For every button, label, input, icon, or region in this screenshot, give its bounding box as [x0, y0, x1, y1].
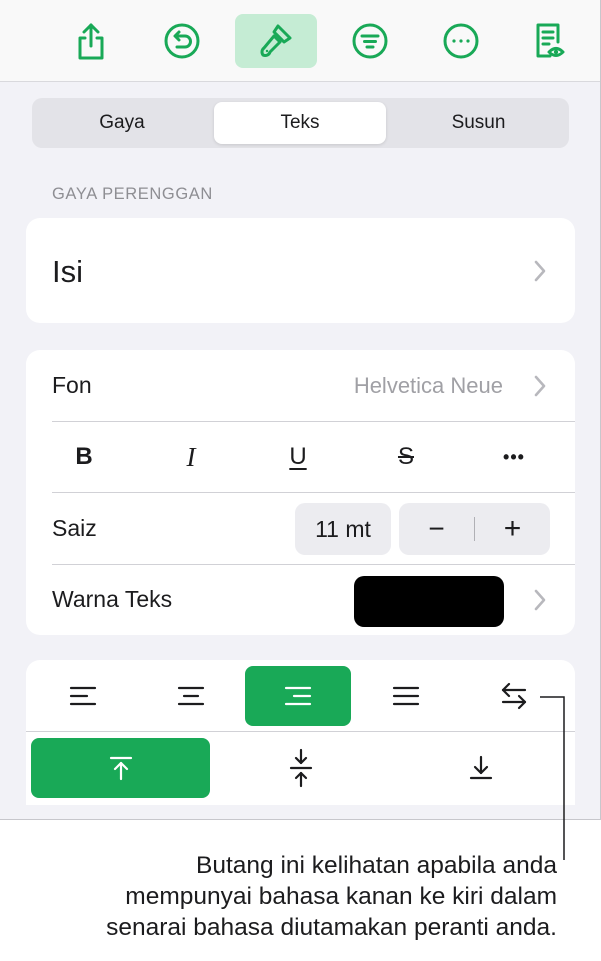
- align-right-icon: [284, 686, 312, 706]
- reading-view-button[interactable]: [508, 14, 590, 68]
- font-value: Helvetica Neue: [353, 373, 503, 398]
- paragraph-style-row[interactable]: Isi: [26, 218, 575, 323]
- size-stepper: − +: [399, 503, 550, 555]
- callout-line: senarai bahasa diutamakan peranti anda.: [106, 914, 557, 941]
- italic-button[interactable]: I: [161, 422, 221, 492]
- undo-button[interactable]: [141, 14, 223, 68]
- color-swatch[interactable]: [354, 576, 504, 627]
- callout-line: Butang ini kelihatan apabila anda: [196, 852, 557, 879]
- callout-text: Butang ini kelihatan apabila anda mempun…: [0, 850, 557, 943]
- minus-icon: −: [428, 513, 445, 544]
- undo-icon: [164, 23, 200, 59]
- align-right-button[interactable]: [245, 666, 351, 726]
- decrement-button[interactable]: −: [399, 503, 474, 555]
- align-top-button[interactable]: [31, 738, 210, 798]
- text-format-row: B I U S •••: [26, 422, 575, 492]
- paragraph-style-value: Isi: [52, 254, 83, 289]
- strikethrough-button[interactable]: S: [376, 422, 436, 492]
- justify-icon: [392, 686, 420, 706]
- section-label: GAYA PERENGGAN: [52, 185, 213, 203]
- align-top-icon: [109, 756, 132, 781]
- align-middle-button[interactable]: [211, 738, 390, 798]
- chevron-right-icon: [534, 589, 546, 611]
- align-center-icon: [177, 686, 205, 706]
- insert-button[interactable]: [329, 14, 411, 68]
- align-left-button[interactable]: [30, 666, 136, 726]
- text-color-row[interactable]: Warna Teks: [26, 565, 575, 635]
- alignment-card: [26, 660, 575, 805]
- font-label: Fon: [52, 372, 92, 398]
- horizontal-alignment-row: [26, 660, 575, 731]
- share-icon: [78, 23, 104, 60]
- bold-button[interactable]: B: [54, 422, 114, 492]
- more-icon: [443, 23, 479, 59]
- size-label: Saiz: [52, 515, 97, 541]
- format-panel: Gaya Teks Susun GAYA PERENGGAN Isi Fon H…: [0, 0, 601, 820]
- paintbrush-icon: [260, 24, 292, 57]
- rtl-direction-icon: [501, 682, 527, 710]
- font-card: Fon Helvetica Neue B I U S ••• Saiz 11 m…: [26, 350, 575, 635]
- tab-teks[interactable]: Teks: [214, 102, 386, 144]
- tab-gaya[interactable]: Gaya: [36, 102, 208, 144]
- callout-leader-line: [540, 696, 565, 860]
- chevron-right-icon: [534, 260, 546, 282]
- callout-line: mempunyai bahasa kanan ke kiri dalam: [125, 883, 557, 910]
- tab-susun[interactable]: Susun: [392, 102, 565, 144]
- align-middle-icon: [289, 748, 312, 788]
- vertical-alignment-row: [26, 732, 575, 805]
- plus-icon: +: [503, 512, 522, 545]
- tab-bar: Gaya Teks Susun: [32, 98, 569, 148]
- chevron-right-icon: [534, 375, 546, 397]
- size-row: Saiz 11 mt − +: [26, 493, 575, 564]
- align-left-icon: [69, 686, 97, 706]
- align-bottom-icon: [469, 755, 492, 780]
- text-color-label: Warna Teks: [52, 586, 173, 612]
- format-button[interactable]: [235, 14, 317, 68]
- justify-button[interactable]: [353, 666, 459, 726]
- toolbar: [0, 0, 600, 82]
- font-row[interactable]: Fon Helvetica Neue: [26, 350, 575, 421]
- share-button[interactable]: [50, 14, 132, 68]
- underline-button[interactable]: U: [268, 422, 328, 492]
- insert-list-icon: [352, 23, 388, 59]
- increment-button[interactable]: +: [475, 503, 550, 555]
- align-center-button[interactable]: [138, 666, 244, 726]
- more-options-button[interactable]: •••: [484, 422, 544, 492]
- more-button[interactable]: [420, 14, 502, 68]
- reading-view-icon: [536, 23, 565, 58]
- size-value[interactable]: 11 mt: [295, 503, 391, 555]
